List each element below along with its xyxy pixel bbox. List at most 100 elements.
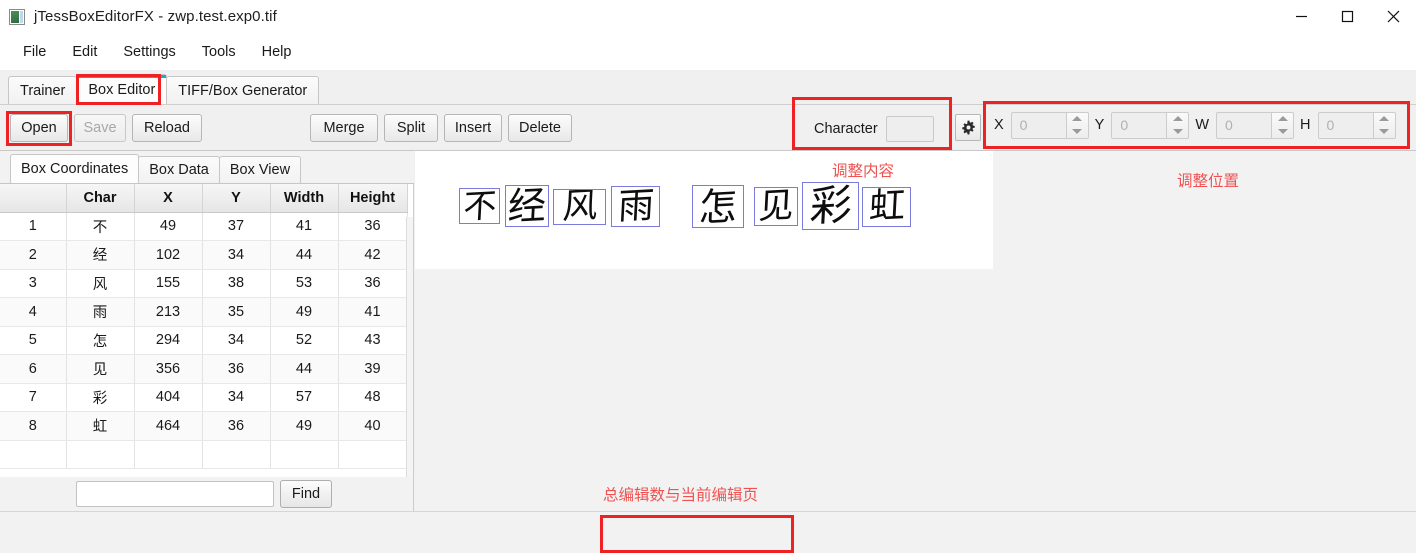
save-button[interactable]: Save bbox=[74, 114, 126, 142]
box-coordinates-table-wrapper: Char X Y Width Height 1 不 49 37 41 36 2 … bbox=[0, 184, 414, 477]
spinner-y-down-button[interactable] bbox=[1167, 125, 1188, 138]
cell-width: 41 bbox=[270, 212, 339, 241]
chevron-down-icon bbox=[1379, 128, 1390, 134]
table-row[interactable]: 8 虹 464 36 49 40 bbox=[0, 411, 408, 441]
box-overlay-2[interactable]: 经 bbox=[505, 185, 549, 227]
spinner-x[interactable]: 0 bbox=[1010, 111, 1089, 139]
box-overlay-7[interactable]: 彩 bbox=[802, 182, 859, 230]
spinner-h[interactable]: 0 bbox=[1317, 111, 1396, 139]
tab-tiff-box-generator[interactable]: TIFF/Box Generator bbox=[166, 76, 320, 104]
table-row[interactable]: 3 风 155 38 53 36 bbox=[0, 269, 408, 298]
spinner-y-field[interactable]: 0 bbox=[1111, 111, 1167, 139]
spinner-w-arrows[interactable] bbox=[1271, 111, 1295, 139]
menu-item-file[interactable]: File bbox=[10, 40, 59, 64]
spinner-x-arrows[interactable] bbox=[1065, 111, 1089, 139]
settings-gear-button[interactable] bbox=[955, 114, 981, 141]
chevron-up-icon bbox=[1172, 116, 1183, 122]
table-row[interactable]: 7 彩 404 34 57 48 bbox=[0, 383, 408, 412]
cell-y: 36 bbox=[202, 354, 271, 384]
cell-width: 49 bbox=[270, 411, 339, 441]
cell-x: 294 bbox=[134, 326, 203, 355]
menu-item-settings[interactable]: Settings bbox=[110, 40, 188, 64]
box-glyph: 见 bbox=[757, 187, 795, 226]
subtab-box-view[interactable]: Box View bbox=[218, 156, 302, 183]
spinner-y[interactable]: 0 bbox=[1111, 111, 1190, 139]
table-row[interactable]: 5 怎 294 34 52 43 bbox=[0, 326, 408, 355]
cell-y bbox=[202, 440, 271, 469]
cell-char: 经 bbox=[66, 240, 135, 270]
cell-char: 怎 bbox=[66, 326, 135, 355]
cell-index bbox=[0, 440, 67, 469]
chevron-down-icon bbox=[1277, 128, 1288, 134]
subtab-box-coordinates[interactable]: Box Coordinates bbox=[10, 154, 140, 183]
col-header-index[interactable] bbox=[0, 184, 67, 213]
spinner-x-down-button[interactable] bbox=[1067, 125, 1088, 138]
table-row[interactable]: 1 不 49 37 41 36 bbox=[0, 212, 408, 241]
insert-button[interactable]: Insert bbox=[444, 114, 502, 142]
tab-box-editor[interactable]: Box Editor bbox=[76, 74, 168, 104]
cell-height: 48 bbox=[338, 383, 408, 412]
spinner-x-field[interactable]: 0 bbox=[1010, 111, 1066, 139]
table-scrollbar[interactable] bbox=[406, 217, 413, 477]
box-overlay-1[interactable]: 不 bbox=[459, 188, 500, 224]
table-header-row: Char X Y Width Height bbox=[0, 184, 408, 213]
chevron-up-icon bbox=[1379, 116, 1390, 122]
split-button[interactable]: Split bbox=[384, 114, 438, 142]
spinner-h-field[interactable]: 0 bbox=[1317, 111, 1373, 139]
box-overlay-8[interactable]: 虹 bbox=[862, 187, 911, 227]
col-header-y[interactable]: Y bbox=[202, 184, 271, 213]
spinner-h-arrows[interactable] bbox=[1372, 111, 1396, 139]
table-row[interactable]: 2 经 102 34 44 42 bbox=[0, 240, 408, 270]
col-header-char[interactable]: Char bbox=[66, 184, 135, 213]
box-image-canvas[interactable]: 不 经 风 雨 怎 见 彩 虹 bbox=[415, 151, 993, 269]
cell-index: 5 bbox=[0, 326, 67, 355]
delete-button[interactable]: Delete bbox=[508, 114, 572, 142]
table-row[interactable]: 4 雨 213 35 49 41 bbox=[0, 297, 408, 327]
minimize-button[interactable] bbox=[1278, 0, 1324, 33]
spinner-w-up-button[interactable] bbox=[1272, 113, 1293, 126]
menu-item-help[interactable]: Help bbox=[249, 40, 305, 64]
tab-trainer[interactable]: Trainer bbox=[8, 76, 78, 104]
box-overlay-6[interactable]: 见 bbox=[754, 187, 798, 226]
close-button[interactable] bbox=[1370, 0, 1416, 33]
find-input[interactable] bbox=[76, 481, 274, 507]
spinner-y-up-button[interactable] bbox=[1167, 113, 1188, 126]
reload-button[interactable]: Reload bbox=[132, 114, 202, 142]
merge-button[interactable]: Merge bbox=[310, 114, 378, 142]
spinner-h-down-button[interactable] bbox=[1374, 125, 1395, 138]
spinner-h-up-button[interactable] bbox=[1374, 113, 1395, 126]
app-icon bbox=[9, 8, 25, 25]
cell-y: 37 bbox=[202, 212, 271, 241]
cell-height: 41 bbox=[338, 297, 408, 327]
find-button[interactable]: Find bbox=[280, 480, 332, 508]
menu-item-edit[interactable]: Edit bbox=[59, 40, 110, 64]
maximize-button[interactable] bbox=[1324, 0, 1370, 33]
cell-char: 彩 bbox=[66, 383, 135, 412]
cell-x bbox=[134, 440, 203, 469]
spinner-w-field[interactable]: 0 bbox=[1216, 111, 1272, 139]
open-button[interactable]: Open bbox=[10, 114, 68, 142]
table-row-empty[interactable] bbox=[0, 440, 408, 469]
box-overlay-5[interactable]: 怎 bbox=[692, 185, 744, 228]
col-header-x[interactable]: X bbox=[134, 184, 203, 213]
cell-width: 49 bbox=[270, 297, 339, 327]
character-input[interactable] bbox=[885, 115, 934, 142]
table-row[interactable]: 6 见 356 36 44 39 bbox=[0, 354, 408, 384]
spinner-x-up-button[interactable] bbox=[1067, 113, 1088, 126]
box-overlay-4[interactable]: 雨 bbox=[611, 186, 660, 227]
subtab-box-data[interactable]: Box Data bbox=[138, 156, 220, 183]
box-overlay-3[interactable]: 风 bbox=[553, 189, 606, 225]
spinner-w[interactable]: 0 bbox=[1216, 111, 1295, 139]
cell-width: 52 bbox=[270, 326, 339, 355]
col-header-height[interactable]: Height bbox=[338, 184, 408, 213]
box-glyph: 雨 bbox=[616, 186, 655, 227]
spinner-w-down-button[interactable] bbox=[1272, 125, 1293, 138]
menu-item-tools[interactable]: Tools bbox=[189, 40, 249, 64]
cell-x: 213 bbox=[134, 297, 203, 327]
spinner-y-arrows[interactable] bbox=[1166, 111, 1190, 139]
box-glyph: 风 bbox=[560, 189, 599, 225]
col-header-width[interactable]: Width bbox=[270, 184, 339, 213]
table-body: 1 不 49 37 41 36 2 经 102 34 44 42 3 风 155… bbox=[0, 212, 408, 469]
cell-y: 36 bbox=[202, 411, 271, 441]
window-controls bbox=[1278, 0, 1416, 33]
